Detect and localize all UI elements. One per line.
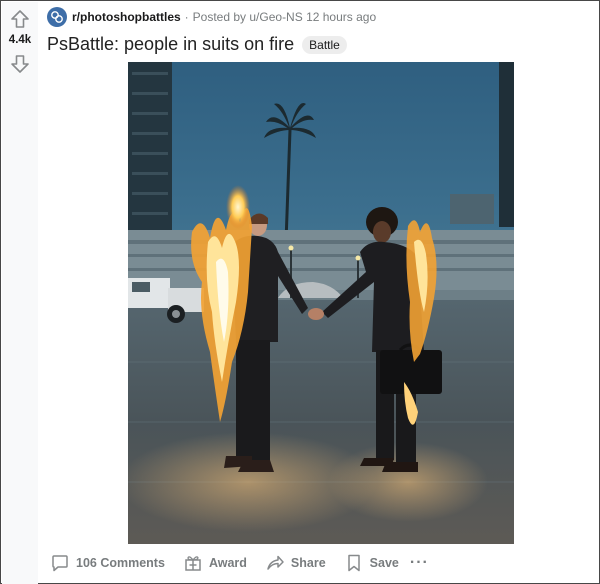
save-button[interactable]: Save bbox=[339, 550, 404, 576]
post-title[interactable]: PsBattle: people in suits on fire bbox=[47, 34, 294, 55]
comments-button[interactable]: 106 Comments bbox=[45, 550, 170, 576]
post-card: 4.4k r/photoshopbattles · Posted by u/Ge… bbox=[0, 0, 600, 584]
share-arrow-icon bbox=[267, 555, 284, 570]
post-actions: 106 Comments Award Share Save ··· bbox=[45, 550, 435, 576]
share-label: Share bbox=[290, 556, 326, 570]
vote-score: 4.4k bbox=[8, 34, 32, 46]
photo-people-suits-fire bbox=[128, 62, 514, 544]
meta-separator: · bbox=[184, 10, 189, 24]
award-button[interactable]: Award bbox=[178, 550, 252, 576]
bookmark-icon bbox=[347, 554, 360, 572]
arrow-down-icon bbox=[11, 55, 29, 73]
comments-label: 106 Comments bbox=[76, 556, 165, 570]
award-label: Award bbox=[208, 556, 247, 570]
downvote-button[interactable] bbox=[8, 52, 32, 76]
subreddit-avatar-icon[interactable] bbox=[47, 7, 67, 27]
save-label: Save bbox=[369, 556, 399, 570]
posted-by-text[interactable]: Posted by u/Geo-NS 12 hours ago bbox=[193, 10, 376, 24]
comment-bubble-icon bbox=[52, 555, 68, 572]
subreddit-link[interactable]: r/photoshopbattles bbox=[72, 10, 181, 24]
photoshopbattles-logo-icon bbox=[51, 11, 63, 23]
arrow-up-icon bbox=[11, 10, 29, 28]
gift-icon bbox=[185, 556, 201, 571]
post-image[interactable] bbox=[128, 62, 514, 544]
post-flair[interactable]: Battle bbox=[302, 35, 347, 54]
post-meta: r/photoshopbattles · Posted by u/Geo-NS … bbox=[47, 7, 376, 27]
more-options-button[interactable]: ··· bbox=[404, 554, 435, 572]
title-row: PsBattle: people in suits on fire Battle bbox=[47, 34, 347, 55]
share-button[interactable]: Share bbox=[260, 550, 331, 576]
upvote-button[interactable] bbox=[8, 7, 32, 31]
vote-column: 4.4k bbox=[2, 2, 38, 584]
